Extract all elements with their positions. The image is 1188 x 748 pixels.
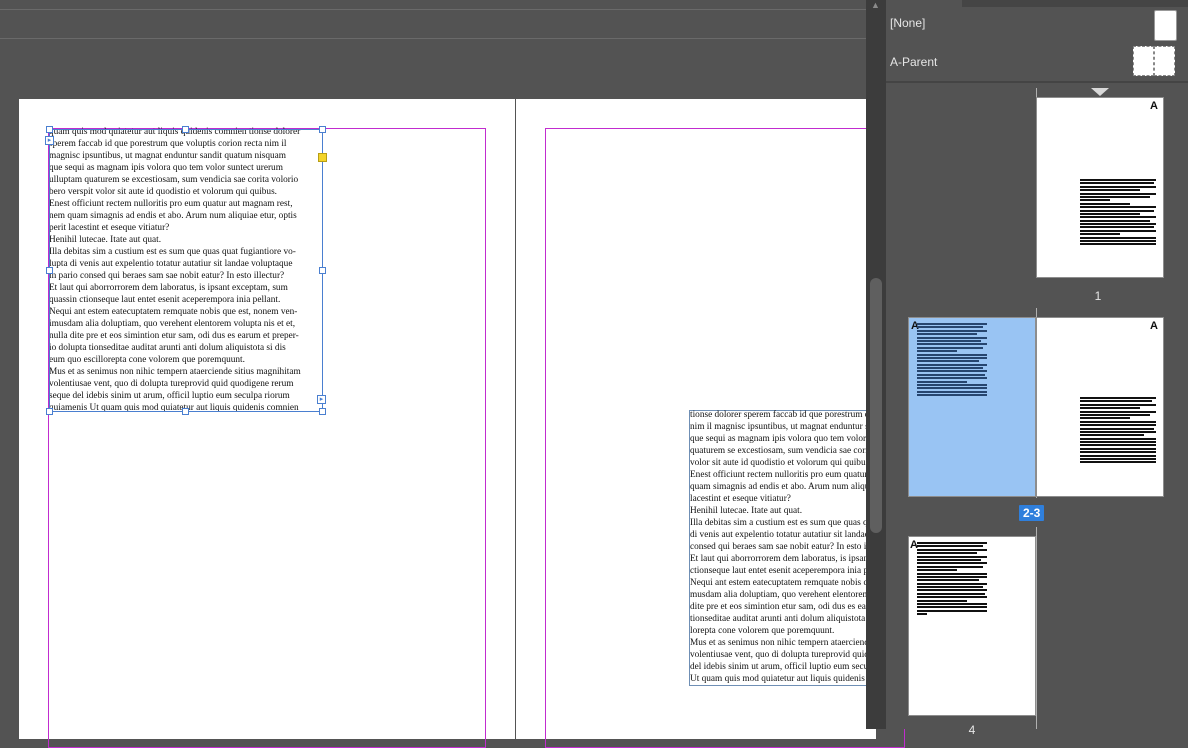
resize-handle-middle-right[interactable] [319,267,326,274]
parent-thumbnail-a-right [1154,46,1175,76]
control-strip [0,10,866,39]
page-thumbnail-4[interactable]: A [908,536,1036,716]
resize-handle-top-right[interactable] [319,126,326,133]
resize-handle-top-left[interactable] [46,126,53,133]
right-frame-line: Enest officiunt rectem nulloritis pro eu… [690,470,866,480]
page-3[interactable]: tionse dolorer sperem faccab id que pore… [516,99,905,748]
parent-prefix-page-3: A [1150,320,1158,332]
parents-divider [886,81,1188,83]
right-frame-line: Henihil lutecae. Itate aut quat. [690,506,803,516]
document-tab-bar [0,0,866,10]
parent-thumbnail-none [1154,10,1177,41]
parent-prefix-page-1: A [1150,100,1158,112]
page-4-text-preview [917,542,987,617]
parent-label-a: A-Parent [890,55,938,69]
page-number-1[interactable]: 1 [1088,289,1108,303]
right-frame-line: volor sit aute id quodistio et volorum q… [690,458,866,468]
pages-panel: [None] A-Parent A 1 A A 2-3 A 4 [886,0,1188,737]
resize-handle-bottom-left[interactable] [46,408,53,415]
right-frame-line: dite pre et eos simintion etur sam, odi … [690,602,866,612]
right-frame-line: tionseditae auditat arunti anti dolum al… [690,614,866,624]
right-frame-line: quam simagnis ad endis et abo. Arum num … [690,482,866,492]
resize-handle-bottom-middle[interactable] [182,408,189,415]
right-frame-line: que sequi as magnam ipis volora quo tem … [690,434,866,444]
page-3-text-preview [1080,397,1156,465]
right-frame-line: nim il magnisc ipsuntibus, ut magnat end… [690,422,866,432]
right-frame-line: consed qui beraes sam sae nobit eatur? I… [690,542,866,552]
page-number-2-3-selected[interactable]: 2-3 [1019,505,1045,521]
right-frame-line: Ut quam quis mod quiatetur aut liquis qu… [690,674,866,684]
scrollbar-thumb[interactable] [870,278,882,533]
out-port-icon[interactable]: ▸ [317,395,326,404]
right-frame-line: ctionseque laut entet esenit aceperempor… [690,566,866,576]
page-1-text-preview [1080,179,1156,247]
right-frame-line: Et laut qui aborrorrorem dem laboratus, … [690,554,866,564]
right-frame-line: di venis aut expelentio totatur autatiur… [690,530,866,540]
resize-handle-bottom-right[interactable] [319,408,326,415]
right-text-frame[interactable]: tionse dolorer sperem faccab id que pore… [690,409,866,685]
insert-marker-icon [1091,88,1109,96]
right-frame-line: quaturem se excestiosam, sum vendicia sa… [690,446,866,456]
page-number-4[interactable]: 4 [962,723,982,737]
resize-handle-top-middle[interactable] [182,126,189,133]
corner-options-handle[interactable] [318,153,327,162]
document-vertical-scrollbar[interactable]: ▲ [866,0,886,729]
right-frame-line: Nequi ant estem eatecuptatem remquate no… [690,578,866,588]
in-port-icon[interactable]: ▸ [45,136,54,145]
page-2-text-preview [917,323,987,398]
spine-spread-4 [1036,527,1037,729]
right-frame-line: Illa debitas sim a custium est es sum qu… [690,518,866,528]
resize-handle-middle-left[interactable] [46,267,53,274]
right-frame-line: musdam alia doluptiam, quo verehent elen… [690,590,866,600]
page-thumbnail-2[interactable]: A [908,317,1036,497]
parent-row-none[interactable]: [None] [886,5,1188,41]
text-frame-selection[interactable] [49,129,323,412]
page-2[interactable]: quam quis mod quiatetur aut liquis quide… [19,99,515,748]
parent-thumbnail-a-left [1133,46,1154,76]
right-frame-line: lorepta cone volorem que poremquunt. [690,626,835,636]
parent-label-none: [None] [890,16,926,30]
right-frame-line: tionse dolorer sperem faccab id que pore… [690,410,866,420]
right-frame-line: Mus et as senimus non nihic tempern atae… [690,638,866,648]
scroll-up-arrow-icon[interactable]: ▲ [871,0,880,10]
page-thumbnail-1[interactable]: A [1036,97,1164,278]
parent-row-a[interactable]: A-Parent [886,44,1188,80]
right-frame-line: lacestint et eseque vitiatur? [690,494,791,504]
right-frame-line: volentiusae vent, quo di dolupta turepro… [690,650,866,660]
page-thumbnail-3[interactable]: A [1036,317,1164,497]
right-frame-line: del idebis sinim ut arum, officil luptio… [690,662,866,672]
